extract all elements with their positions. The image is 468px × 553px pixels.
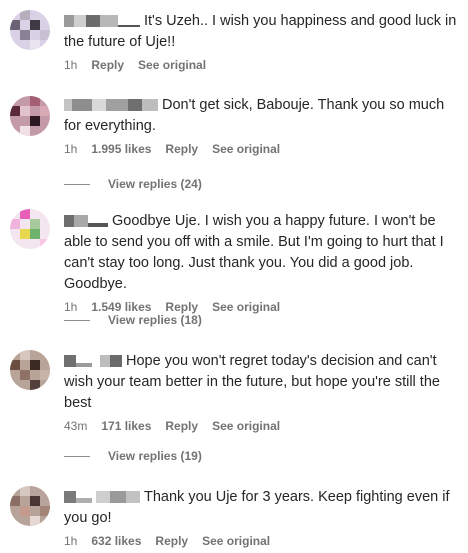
comment-time: 1h bbox=[64, 142, 78, 156]
comment-text: Thank you Uje for 3 years. Keep fighting… bbox=[64, 489, 450, 526]
comment-text: It's Uzeh.. I wish you happiness and goo… bbox=[64, 13, 457, 50]
view-replies-button[interactable]: View replies (19) bbox=[64, 449, 202, 463]
avatar[interactable] bbox=[10, 486, 50, 526]
see-original-button[interactable]: See original bbox=[138, 58, 206, 72]
replies-divider bbox=[64, 320, 90, 322]
see-original-button[interactable]: See original bbox=[212, 300, 280, 314]
view-replies-button[interactable]: View replies (24) bbox=[64, 177, 202, 191]
comment-text: Hope you won't regret today's decision a… bbox=[64, 353, 440, 411]
reply-button[interactable]: Reply bbox=[165, 419, 198, 433]
comment-meta: 43m 171 likes Reply See original bbox=[64, 419, 460, 435]
see-original-button[interactable]: See original bbox=[202, 534, 270, 548]
reply-button[interactable]: Reply bbox=[91, 58, 124, 72]
comment-text: Don't get sick, Babouje. Thank you so mu… bbox=[64, 97, 445, 134]
username-blurred[interactable] bbox=[64, 99, 158, 111]
username-blurred[interactable] bbox=[64, 215, 108, 227]
comment-time: 1h bbox=[64, 534, 78, 548]
comment-meta: 1h Reply See original bbox=[64, 58, 460, 74]
likes-count[interactable]: 1.549 likes bbox=[91, 300, 151, 314]
avatar[interactable] bbox=[10, 350, 50, 390]
username-blurred[interactable] bbox=[64, 355, 122, 367]
comment-time: 1h bbox=[64, 300, 78, 314]
avatar[interactable] bbox=[10, 209, 50, 249]
username-blurred[interactable] bbox=[64, 15, 140, 27]
avatar[interactable] bbox=[10, 10, 50, 50]
avatar[interactable] bbox=[10, 96, 50, 136]
see-original-button[interactable]: See original bbox=[212, 419, 280, 433]
username-blurred[interactable] bbox=[64, 491, 140, 503]
see-original-button[interactable]: See original bbox=[212, 142, 280, 156]
reply-button[interactable]: Reply bbox=[155, 534, 188, 548]
likes-count[interactable]: 171 likes bbox=[101, 419, 151, 433]
likes-count[interactable]: 632 likes bbox=[91, 534, 141, 548]
view-replies-button[interactable]: View replies (18) bbox=[64, 313, 202, 327]
comment-meta: 1h 1.995 likes Reply See original bbox=[64, 142, 460, 158]
replies-divider bbox=[64, 456, 90, 458]
replies-divider bbox=[64, 184, 90, 186]
comment-text: Goodbye Uje. I wish you a happy future. … bbox=[64, 213, 444, 292]
reply-button[interactable]: Reply bbox=[165, 300, 198, 314]
comment-time: 1h bbox=[64, 58, 78, 72]
comment-meta: 1h 632 likes Reply See original bbox=[64, 534, 460, 550]
likes-count[interactable]: 1.995 likes bbox=[91, 142, 151, 156]
comment-time: 43m bbox=[64, 419, 88, 433]
reply-button[interactable]: Reply bbox=[165, 142, 198, 156]
